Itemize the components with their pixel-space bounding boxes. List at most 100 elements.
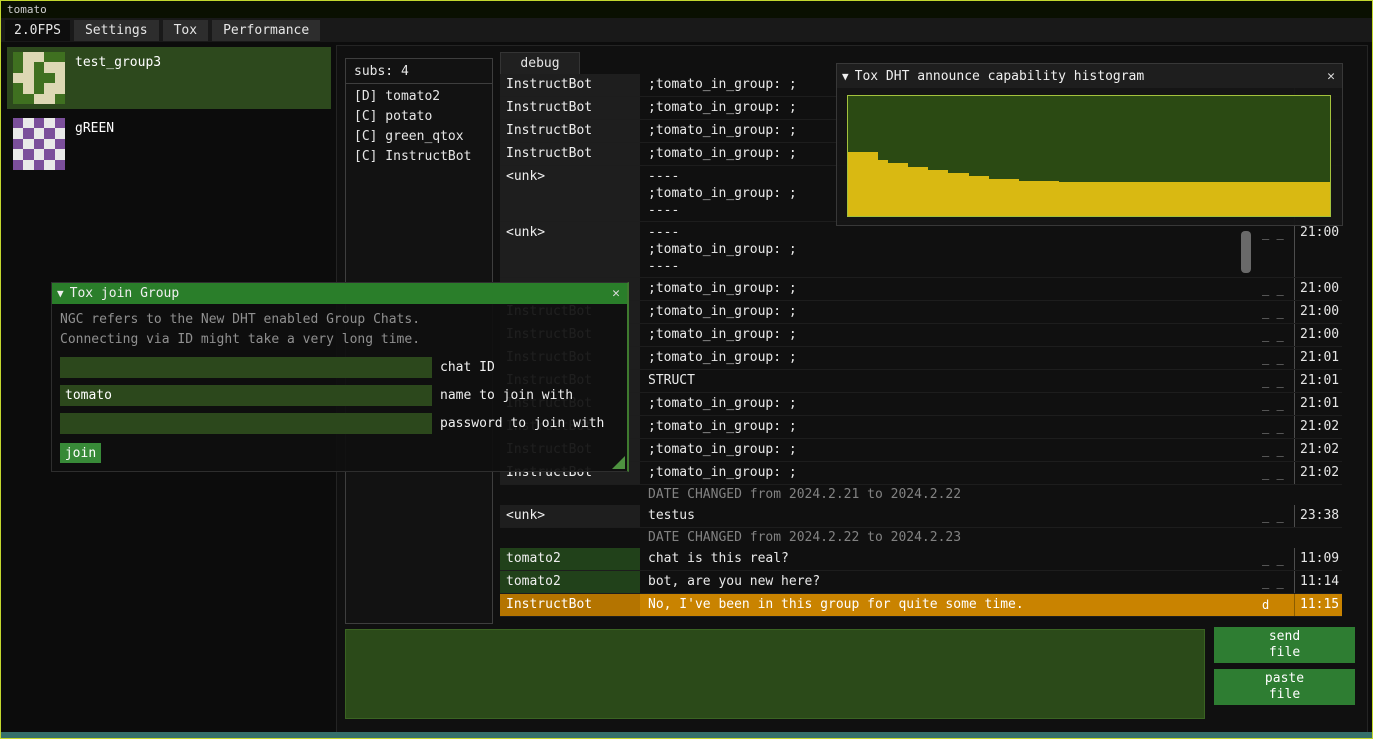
join-name-label: name to join with — [440, 388, 573, 403]
menu-bar: 2.0FPS SettingsToxPerformance — [1, 18, 1372, 42]
chat-row-flags: _ _ — [1258, 548, 1294, 570]
chat-row-message: ;tomato_in_group: ; — [640, 347, 1258, 369]
collapse-icon[interactable]: ▼ — [57, 287, 64, 300]
histogram-bar — [1240, 182, 1250, 216]
histogram-bar — [1260, 182, 1270, 216]
histogram-bar — [1220, 182, 1230, 216]
menu-item-tox[interactable]: Tox — [163, 20, 208, 41]
chat-row[interactable]: <unk>testus_ _23:38 — [500, 505, 1342, 528]
histogram-bar — [1039, 181, 1049, 216]
histogram-bar — [1280, 182, 1290, 216]
chat-row-time: 11:14 — [1294, 571, 1342, 593]
subs-member[interactable]: [C] green_qtox — [346, 127, 492, 147]
subs-list: [D] tomato2[C] potato[C] green_qtox[C] I… — [346, 84, 492, 167]
join-button[interactable]: join — [60, 443, 101, 463]
chat-id-input[interactable] — [60, 357, 432, 378]
histogram-bar — [1290, 182, 1300, 216]
chat-date-row: DATE CHANGED from 2024.2.22 to 2024.2.23 — [500, 528, 1342, 548]
chat-row-time: 11:09 — [1294, 548, 1342, 570]
group-name: test_group3 — [75, 52, 161, 104]
chat-row-author: InstructBot — [500, 97, 640, 119]
fps-counter: 2.0FPS — [5, 20, 70, 41]
histogram-bar — [1180, 182, 1190, 216]
chat-row-flags: _ _ — [1258, 222, 1294, 277]
chat-row-message: ;tomato_in_group: ; — [640, 393, 1258, 415]
chat-row-author: InstructBot — [500, 120, 640, 142]
chat-row-message: ;tomato_in_group: ; — [640, 301, 1258, 323]
chat-id-row: chat ID — [60, 356, 627, 378]
tab-debug[interactable]: debug — [500, 52, 580, 74]
subs-member[interactable]: [C] InstructBot — [346, 147, 492, 167]
chat-row-message: chat is this real? — [640, 548, 1258, 570]
join-window-title: Tox join Group — [70, 286, 605, 301]
histogram-bar — [1079, 182, 1089, 216]
chat-row-flags: _ _ — [1258, 462, 1294, 484]
join-description: NGC refers to the New DHT enabled Group … — [52, 304, 627, 350]
chat-row-flags: _ _ — [1258, 347, 1294, 369]
join-password-label: password to join with — [440, 416, 604, 431]
chat-row-time: 23:38 — [1294, 505, 1342, 527]
chat-row[interactable]: <unk>----;tomato_in_group: ;----_ _21:00 — [500, 222, 1342, 278]
resize-grip[interactable] — [612, 456, 625, 469]
histogram-window-titlebar[interactable]: ▼ Tox DHT announce capability histogram … — [837, 64, 1342, 88]
chat-scrollbar-thumb[interactable] — [1241, 231, 1251, 273]
histogram-bar — [1069, 182, 1079, 216]
join-password-input[interactable] — [60, 413, 432, 434]
histogram-window: ▼ Tox DHT announce capability histogram … — [836, 63, 1343, 226]
histogram-bar — [1029, 181, 1039, 216]
histogram-bar — [999, 179, 1009, 216]
histogram-bar — [1109, 182, 1119, 216]
join-name-input[interactable] — [60, 385, 432, 406]
histogram-bar — [898, 163, 908, 216]
chat-row[interactable]: tomato2chat is this real?_ _11:09 — [500, 548, 1342, 571]
close-icon[interactable]: ✕ — [1320, 69, 1342, 84]
chat-row-flags: _ _ — [1258, 571, 1294, 593]
chat-row-author: tomato2 — [500, 571, 640, 593]
histogram-bar — [878, 160, 888, 216]
subs-member[interactable]: [C] potato — [346, 107, 492, 127]
chat-row-flags: _ _ — [1258, 393, 1294, 415]
message-input[interactable] — [345, 629, 1205, 719]
chat-row-author: InstructBot — [500, 74, 640, 96]
histogram-bar — [969, 176, 979, 216]
chat-row-time: 21:01 — [1294, 393, 1342, 415]
close-icon[interactable]: ✕ — [605, 286, 627, 301]
join-group-window: ▼ Tox join Group ✕ NGC refers to the New… — [51, 282, 629, 472]
chat-row-time: 21:01 — [1294, 347, 1342, 369]
collapse-icon[interactable]: ▼ — [842, 70, 849, 83]
chat-row-time: 21:00 — [1294, 301, 1342, 323]
menu-item-settings[interactable]: Settings — [74, 20, 159, 41]
sidebar-group-gREEN[interactable]: gREEN — [7, 113, 331, 175]
chat-row-time: 21:02 — [1294, 439, 1342, 461]
join-desc-line: NGC refers to the New DHT enabled Group … — [60, 310, 627, 330]
chat-row[interactable]: tomato2bot, are you new here?_ _11:14 — [500, 571, 1342, 594]
histogram-bar — [1149, 182, 1159, 216]
histogram-window-title: Tox DHT announce capability histogram — [855, 69, 1320, 84]
chat-row-author: <unk> — [500, 166, 640, 221]
chat-row-time: 21:00 — [1294, 222, 1342, 277]
histogram-bar — [1089, 182, 1099, 216]
histogram-bar — [1270, 182, 1280, 216]
join-window-titlebar[interactable]: ▼ Tox join Group ✕ — [52, 283, 627, 304]
chat-row-flags: _ _ — [1258, 301, 1294, 323]
paste-file-button[interactable]: paste file — [1214, 669, 1355, 705]
chat-row-message: bot, are you new here? — [640, 571, 1258, 593]
chat-row-author: <unk> — [500, 505, 640, 527]
send-file-button[interactable]: send file — [1214, 627, 1355, 663]
histogram-bar — [1129, 182, 1139, 216]
sidebar-group-test_group3[interactable]: test_group3 — [7, 47, 331, 109]
chat-row-message: ----;tomato_in_group: ;---- — [640, 222, 1258, 277]
app-window: tomato 2.0FPS SettingsToxPerformance tes… — [0, 0, 1373, 739]
titlebar[interactable]: tomato — [1, 1, 1372, 18]
join-password-row: password to join with — [60, 412, 627, 434]
menu-item-performance[interactable]: Performance — [212, 20, 320, 41]
chat-row-flags: _ _ — [1258, 439, 1294, 461]
chat-row[interactable]: InstructBotNo, I've been in this group f… — [500, 594, 1342, 617]
window-bottom-edge[interactable] — [1, 732, 1372, 738]
chat-row-time: 21:02 — [1294, 462, 1342, 484]
subs-member[interactable]: [D] tomato2 — [346, 87, 492, 107]
chat-row-flags: _ _ — [1258, 324, 1294, 346]
chat-row-author: tomato2 — [500, 548, 640, 570]
histogram-bar — [1019, 181, 1029, 216]
histogram-bar — [868, 152, 878, 216]
